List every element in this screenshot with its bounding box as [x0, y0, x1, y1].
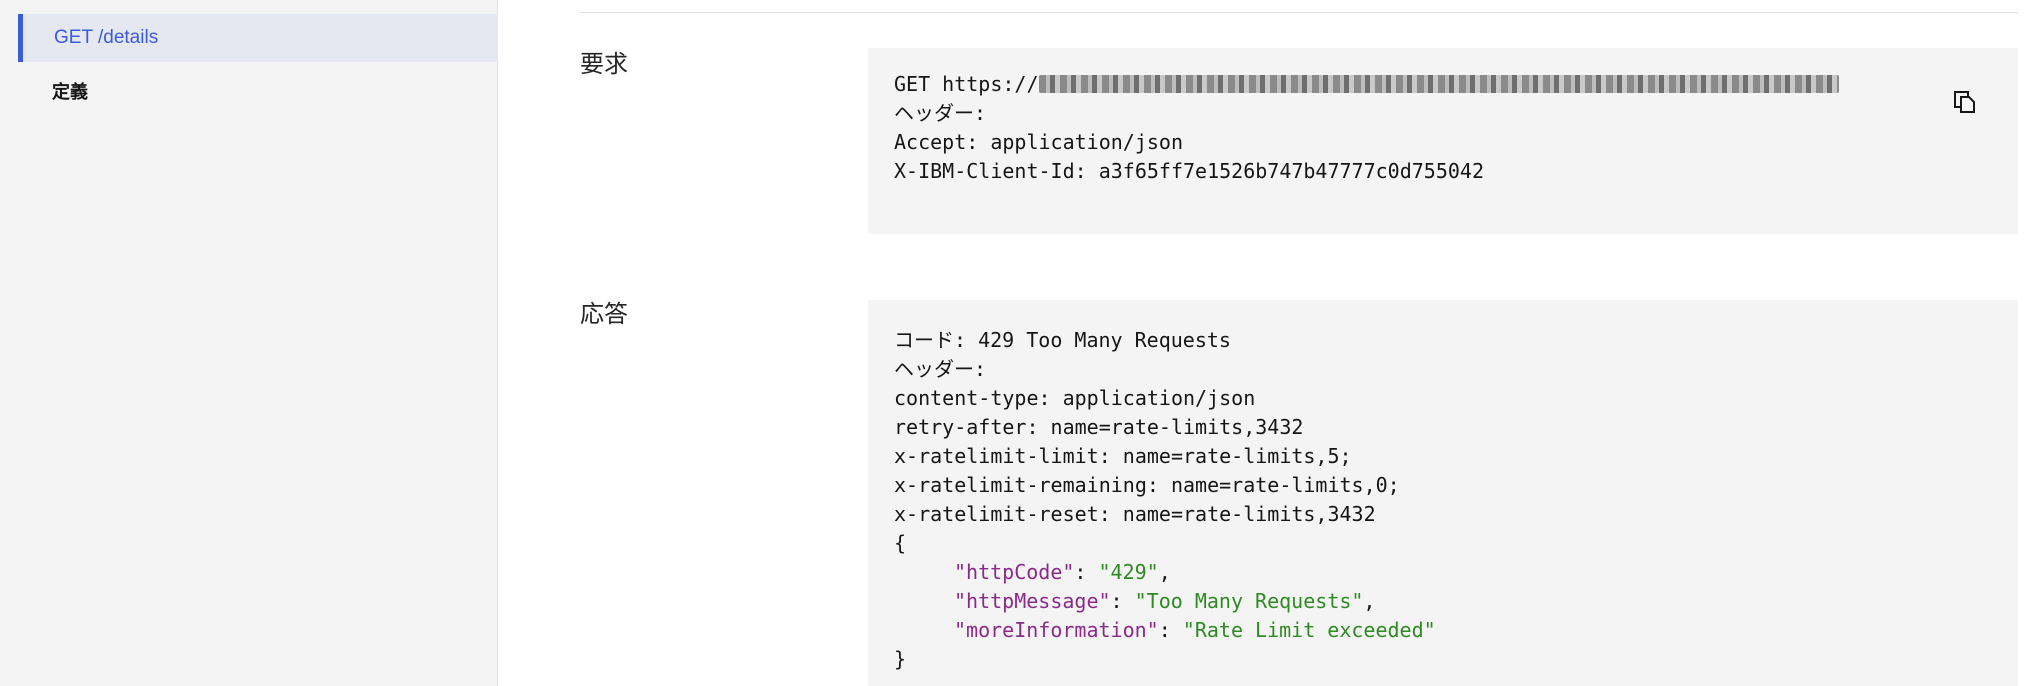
response-headers-title: ヘッダー: [894, 357, 987, 381]
json-key: "httpMessage" [954, 589, 1111, 613]
copy-icon [1954, 91, 1975, 113]
json-value: "Rate Limit exceeded" [1182, 618, 1436, 642]
request-header-client-id: X-IBM-Client-Id: a3f65ff7e1526b747b47777… [894, 159, 1485, 183]
sidebar: GET /details 定義 [0, 0, 498, 686]
response-section-title: 応答 [580, 300, 628, 328]
sidebar-item-label: 定義 [52, 82, 88, 103]
sidebar-item-label: GET /details [54, 27, 159, 48]
json-colon: : [1110, 589, 1135, 613]
request-method-url: GET https:// [894, 72, 1039, 96]
request-header-accept: Accept: application/json [894, 130, 1183, 154]
request-section-title: 要求 [580, 50, 628, 78]
json-value: "429" [1098, 560, 1159, 584]
json-body-line: "httpMessage": "Too Many Requests", [894, 587, 2018, 616]
response-code-block: コード: 429 Too Many Requests ヘッダー: content… [868, 300, 2018, 686]
request-headers-title: ヘッダー: [894, 101, 987, 125]
json-value: "Too Many Requests" [1134, 589, 1364, 613]
json-close-brace: } [894, 647, 907, 671]
response-header-line: x-ratelimit-reset: name=rate-limits,3432 [894, 502, 1376, 526]
json-body-line: "httpCode": "429", [894, 558, 2018, 587]
json-open-brace: { [894, 531, 907, 555]
response-status-line: コード: 429 Too Many Requests [894, 328, 1231, 352]
request-url-line: GET https:// [894, 70, 2018, 99]
response-header-line: x-ratelimit-limit: name=rate-limits,5; [894, 444, 1352, 468]
json-separator: , [1158, 560, 1171, 584]
request-code-block: GET https:// ヘッダー: Accept: application/j… [868, 48, 2018, 234]
json-body-line: "moreInformation": "Rate Limit exceeded" [894, 616, 2018, 645]
json-separator: , [1363, 589, 1376, 613]
sidebar-item-get-details[interactable]: GET /details [18, 14, 498, 62]
response-header-line: retry-after: name=rate-limits,3432 [894, 415, 1304, 439]
json-colon: : [1158, 618, 1183, 642]
copy-button[interactable] [1950, 88, 1980, 118]
api-test-page: GET /details 定義 要求 GET https:// ヘッダー: Ac… [0, 0, 2042, 686]
redacted-url [1038, 74, 1839, 93]
response-header-line: x-ratelimit-remaining: name=rate-limits,… [894, 473, 1400, 497]
json-key: "moreInformation" [954, 618, 1159, 642]
json-key: "httpCode" [954, 560, 1075, 584]
json-colon: : [1074, 560, 1099, 584]
response-header-line: content-type: application/json [894, 386, 1256, 410]
sidebar-item-definitions[interactable]: 定義 [52, 78, 88, 104]
divider [580, 12, 2018, 13]
